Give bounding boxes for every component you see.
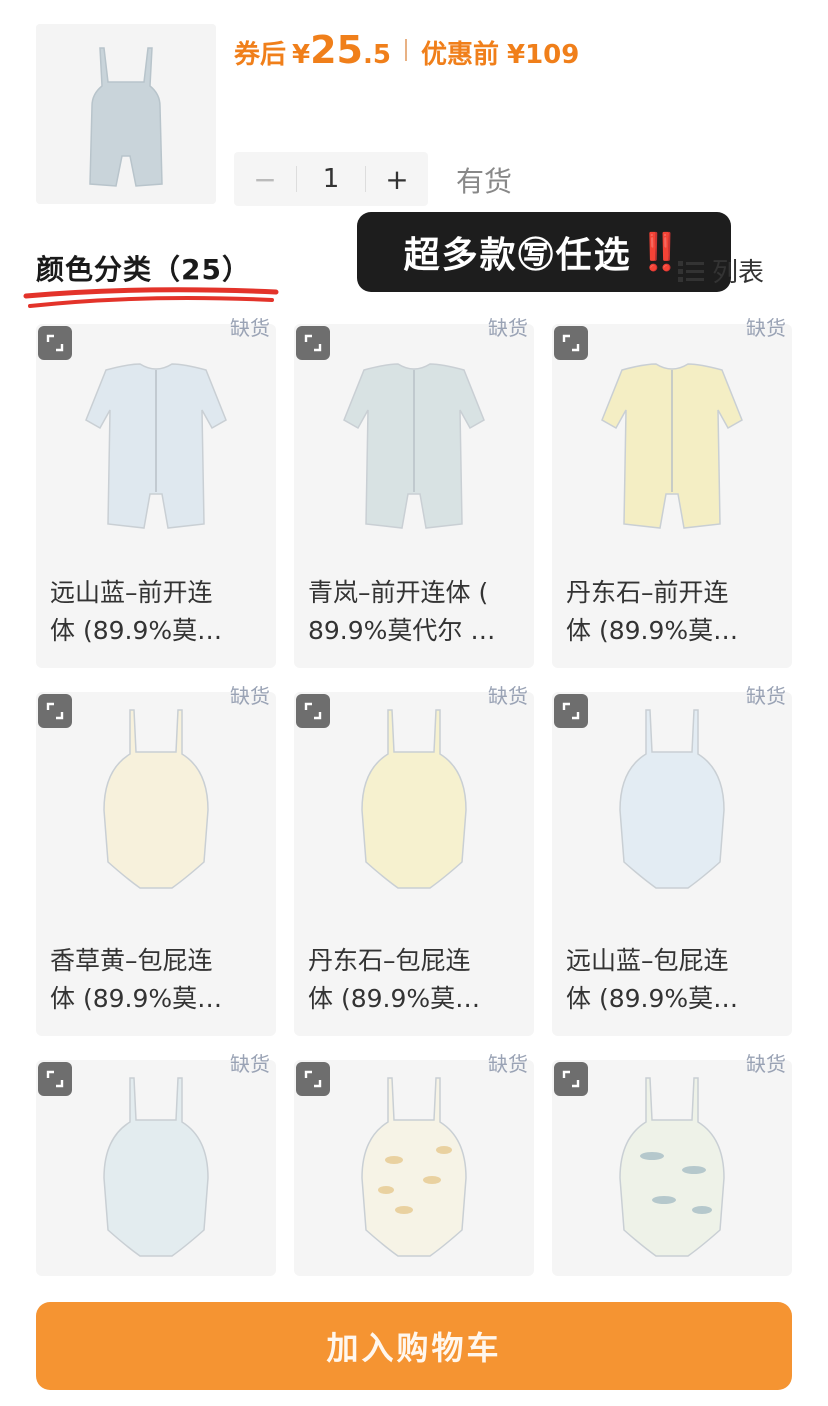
expand-icon[interactable]: [554, 1062, 588, 1096]
garment-illustration: [619, 709, 725, 889]
garment-illustration: [343, 363, 485, 529]
product-image: [294, 324, 534, 564]
option-name-line1: 青岚–前开连体 (: [308, 578, 489, 607]
red-underline-scribble: [23, 287, 279, 308]
option-name-line1: 丹东石–包屁连: [308, 946, 471, 975]
product-thumbnail[interactable]: [36, 24, 216, 204]
option-name-line2: 体 (89.9%莫…: [50, 984, 223, 1013]
color-option-card[interactable]: 缺货: [552, 1052, 792, 1276]
original-price: ¥109: [506, 40, 580, 70]
color-option-card[interactable]: 缺货: [36, 1052, 276, 1276]
promo-overlay-banner: 超多款㊢任选 ‼️: [357, 212, 731, 292]
promo-text: 超多款㊢任选: [403, 235, 632, 276]
option-name: 远山蓝–前开连体 (89.9%莫…: [50, 574, 264, 650]
option-name-line2: 89.9%莫代尔 …: [308, 616, 496, 645]
option-name: 丹东石–前开连体 (89.9%莫…: [566, 574, 780, 650]
add-to-cart-button[interactable]: 加入购物车: [36, 1302, 792, 1390]
option-name-line1: 远山蓝–前开连: [50, 578, 213, 607]
product-image: [294, 692, 534, 932]
option-name: 远山蓝–包屁连体 (89.9%莫…: [566, 942, 780, 1018]
list-icon: [678, 260, 704, 282]
garment-illustration: [103, 1077, 209, 1257]
color-option-card[interactable]: 缺货远山蓝–包屁连体 (89.9%莫…: [552, 684, 792, 1036]
color-option-card[interactable]: 缺货丹东石–前开连体 (89.9%莫…: [552, 316, 792, 668]
option-name-line2: 体 (89.9%莫…: [50, 616, 223, 645]
color-option-card[interactable]: 缺货青岚–前开连体 ( 89.9%莫代尔 …: [294, 316, 534, 668]
expand-icon[interactable]: [554, 694, 588, 728]
list-view-toggle[interactable]: 列表: [676, 252, 764, 289]
garment-illustration: [85, 363, 227, 529]
out-of-stock-badge: 缺货: [746, 1052, 786, 1076]
product-image: [294, 1060, 534, 1300]
option-name: 青岚–前开连体 ( 89.9%莫代尔 …: [308, 574, 522, 650]
out-of-stock-badge: 缺货: [488, 1052, 528, 1076]
garment-illustration: [361, 1077, 467, 1257]
garment-illustration: [103, 709, 209, 889]
out-of-stock-badge: 缺货: [230, 316, 270, 340]
currency-symbol: ¥: [292, 40, 311, 70]
expand-icon[interactable]: [38, 694, 72, 728]
expand-icon[interactable]: [296, 694, 330, 728]
product-image: [552, 1060, 792, 1300]
option-name-line2: 体 (89.9%莫…: [566, 616, 739, 645]
quantity-stepper: − 1 +: [234, 152, 428, 206]
option-name-line1: 香草黄–包屁连: [50, 946, 213, 975]
garment-illustration: [601, 363, 743, 529]
product-image: [36, 324, 276, 564]
expand-icon[interactable]: [38, 1062, 72, 1096]
out-of-stock-badge: 缺货: [746, 316, 786, 340]
option-name-line2: 体 (89.9%莫…: [308, 984, 481, 1013]
product-image: [36, 1060, 276, 1300]
color-option-card[interactable]: 缺货远山蓝–前开连体 (89.9%莫…: [36, 316, 276, 668]
color-option-card[interactable]: 缺货: [294, 1052, 534, 1276]
product-image: [552, 692, 792, 932]
option-name: 香草黄–包屁连体 (89.9%莫…: [50, 942, 264, 1018]
option-name-line1: 丹东石–前开连: [566, 578, 729, 607]
price-integer: 25: [310, 28, 363, 72]
product-image: [552, 324, 792, 564]
garment-illustration: [361, 709, 467, 889]
option-name: 丹东石–包屁连体 (89.9%莫…: [308, 942, 522, 1018]
expand-icon[interactable]: [296, 1062, 330, 1096]
romper-image: [36, 24, 216, 204]
stock-status: 有货: [456, 165, 513, 198]
color-option-card[interactable]: 缺货丹东石–包屁连体 (89.9%莫…: [294, 684, 534, 1036]
increase-button[interactable]: +: [366, 152, 428, 206]
product-image: [36, 692, 276, 932]
garment-illustration: [619, 1077, 725, 1257]
price-divider: [404, 39, 407, 61]
decrease-button[interactable]: −: [234, 152, 296, 206]
out-of-stock-badge: 缺货: [746, 684, 786, 708]
color-option-card[interactable]: 缺货香草黄–包屁连体 (89.9%莫…: [36, 684, 276, 1036]
expand-icon[interactable]: [554, 326, 588, 360]
expand-icon[interactable]: [296, 326, 330, 360]
expand-icon[interactable]: [38, 326, 72, 360]
price-row: 券后 ¥ 25 .5 优惠前 ¥109: [234, 28, 579, 72]
out-of-stock-badge: 缺货: [230, 1052, 270, 1076]
price-decimal: .5: [363, 40, 391, 70]
quantity-value[interactable]: 1: [297, 164, 365, 194]
coupon-label: 券后: [234, 40, 287, 70]
out-of-stock-badge: 缺货: [488, 684, 528, 708]
original-price-label: 优惠前: [420, 40, 499, 70]
list-label: 列表: [712, 258, 765, 288]
out-of-stock-badge: 缺货: [488, 316, 528, 340]
option-name-line1: 远山蓝–包屁连: [566, 946, 729, 975]
out-of-stock-badge: 缺货: [230, 684, 270, 708]
option-name-line2: 体 (89.9%莫…: [566, 984, 739, 1013]
